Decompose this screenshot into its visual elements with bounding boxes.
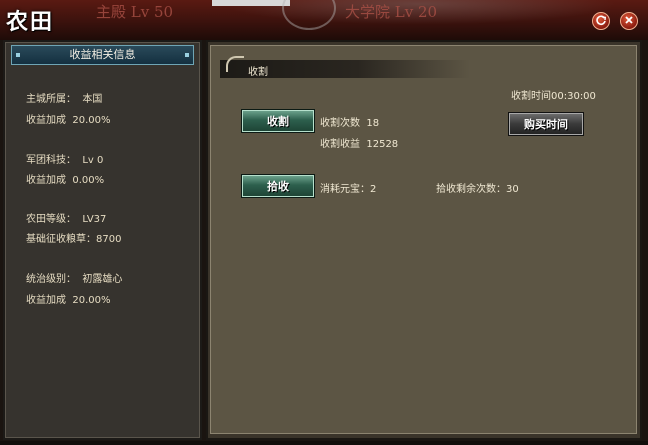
close-button[interactable] — [620, 12, 638, 30]
section-title: 收割 — [248, 67, 268, 78]
farm-level: 农田等级： LV37 — [26, 214, 107, 225]
buy-time-button[interactable]: 购买时间 — [508, 112, 584, 136]
refresh-help-icon — [595, 14, 607, 29]
rule-income-bonus: 收益加成 20.00% — [26, 295, 111, 306]
base-grain-collection: 基础征收粮草：8700 — [26, 234, 122, 245]
window-title: 农田 — [6, 9, 55, 35]
income-info-title: 收益相关信息 — [69, 48, 136, 61]
close-icon — [623, 14, 635, 29]
harvest-count: 收割次数 18 — [320, 118, 380, 129]
harvest-income: 收割收益 12528 — [320, 139, 399, 150]
harvest-timer: 收割时间00:30:00 — [511, 91, 596, 102]
city-income-bonus: 收益加成 20.00% — [26, 115, 111, 126]
refresh-help-button[interactable] — [592, 12, 610, 30]
income-info-header: 收益相关信息 — [11, 45, 194, 65]
background-building-label: 主殿 Lv 50 — [96, 3, 174, 21]
bottom-border — [0, 441, 648, 445]
pick-remaining: 拾收剩余次数：30 — [436, 184, 519, 195]
header-decoration-bar — [212, 0, 290, 6]
brush-stroke-icon — [226, 56, 244, 72]
header-ornament — [16, 53, 20, 57]
legion-income-bonus: 收益加成 0.00% — [26, 175, 105, 186]
harvest-button[interactable]: 收割 — [241, 109, 315, 133]
pick-button[interactable]: 拾收 — [241, 174, 315, 198]
harvest-panel — [210, 45, 637, 434]
header-ornament — [185, 53, 189, 57]
background-building-label-2: 大学院 Lv 20 — [345, 3, 438, 21]
pick-cost: 消耗元宝：2 — [320, 184, 377, 195]
rule-rank: 统治级别： 初露雄心 — [26, 274, 123, 285]
city-affiliation: 主城所属： 本国 — [26, 94, 103, 105]
title-bar: 主殿 Lv 50 大学院 Lv 20 农田 — [0, 0, 648, 40]
legion-tech-level: 军团科技： Lv 0 — [26, 155, 104, 166]
